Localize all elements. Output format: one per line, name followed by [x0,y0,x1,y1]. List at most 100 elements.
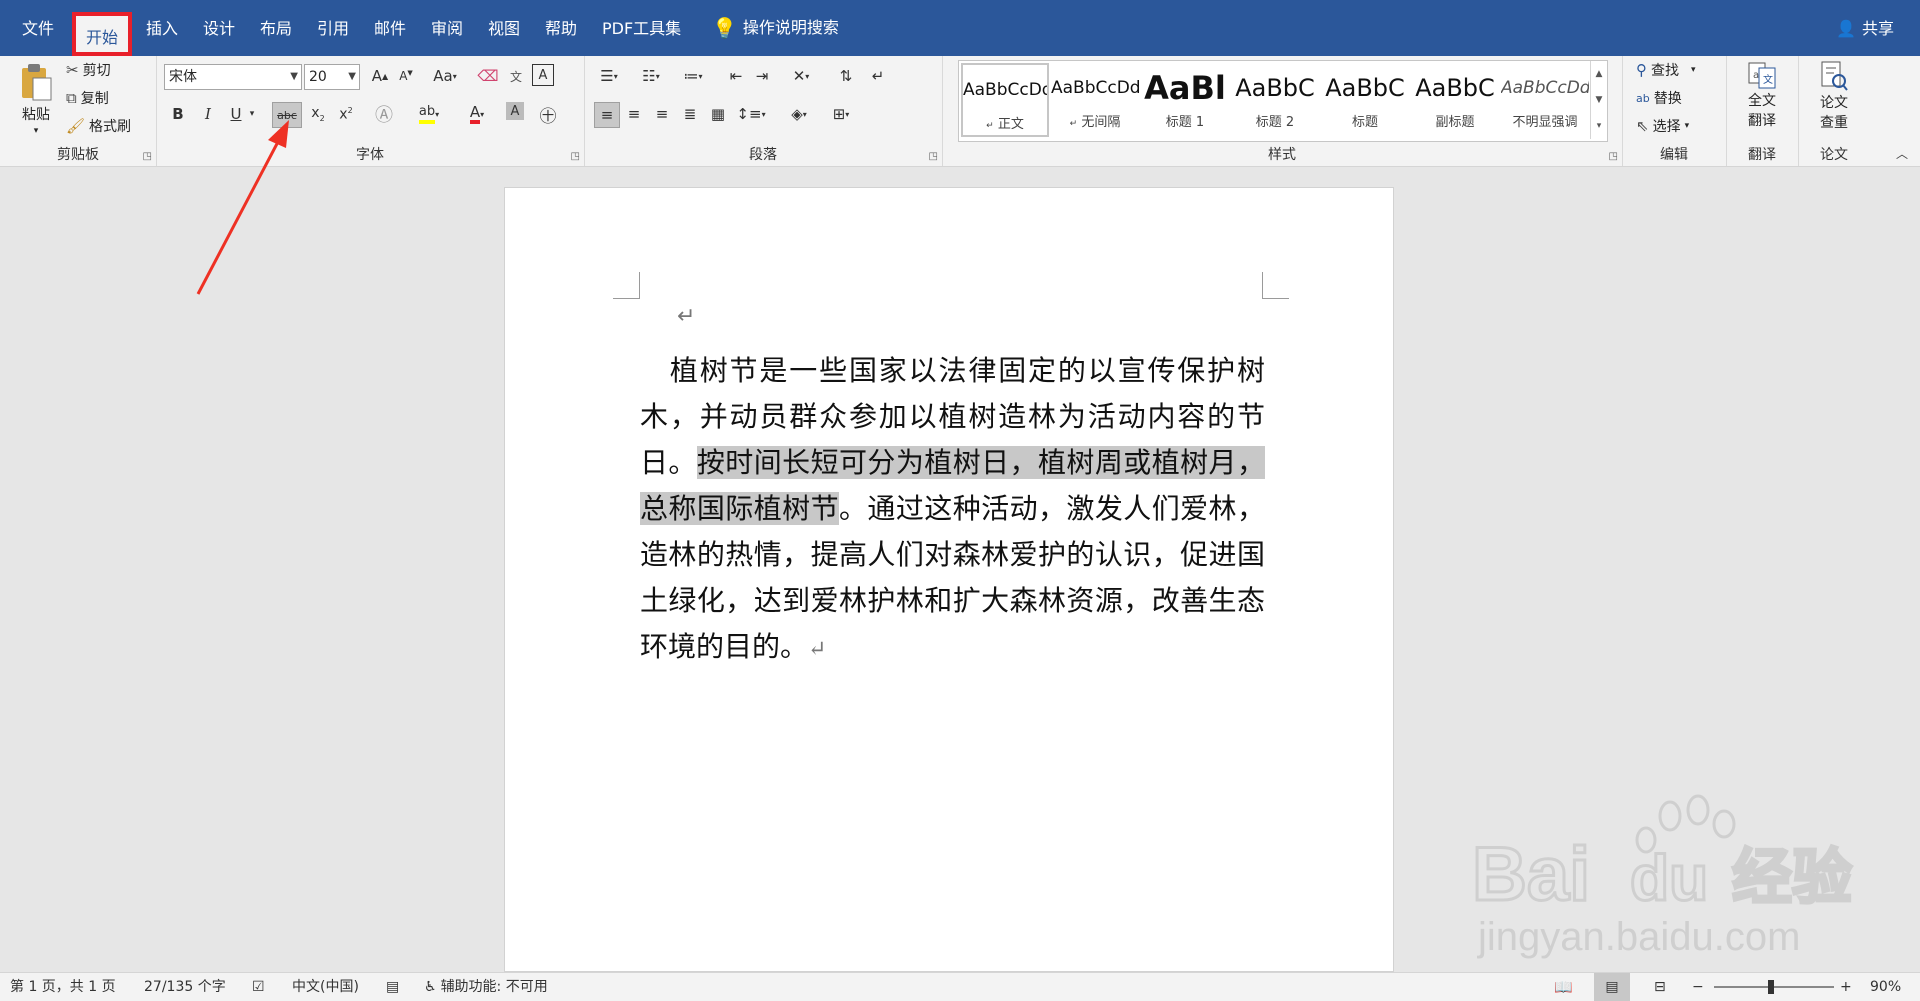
font-size-combo[interactable]: 20 ▼ [304,64,360,90]
accessibility-status[interactable]: ♿ 辅助功能: 不可用 [424,973,548,1001]
underline-button[interactable]: U [224,102,248,126]
page-count[interactable]: 第 1 页，共 1 页 [10,973,116,1001]
style-normal[interactable]: AaBbCcDd ↵ 正文 [961,63,1049,137]
char-shading-icon[interactable]: A [506,102,524,120]
tab-pdf-tools[interactable]: PDF工具集 [592,0,691,56]
strikethrough-button[interactable]: abc [272,102,302,128]
borders-icon[interactable]: ⊞ ▾ [824,102,858,126]
styles-scroll[interactable]: ▲ ▼ ▾ [1590,61,1607,139]
distributed-icon[interactable]: ▦ [706,102,730,126]
format-painter-button[interactable]: 🖌 格式刷 [66,116,131,136]
full-translate-button[interactable]: a文 全文 翻译 [1738,60,1786,130]
more-icon[interactable]: ▾ [1597,121,1602,131]
numbering-icon[interactable]: ☷ ▾ [634,64,668,88]
style-subtle-emphasis[interactable]: AaBbCcDd 不明显强调 [1501,63,1589,137]
replace-button[interactable]: ab 替换 [1636,88,1682,108]
paper-check-button[interactable]: 论文 查重 [1810,60,1858,132]
multilevel-list-icon[interactable]: ≔ ▾ [676,64,710,88]
sort-icon[interactable]: ⇅ [834,64,858,88]
select-button[interactable]: ⇖ 选择 ▾ [1636,116,1689,136]
style-heading-2[interactable]: AaBbC 标题 2 [1231,63,1319,137]
tab-file[interactable]: 文件 [12,0,64,56]
read-mode-icon[interactable]: 📖 [1554,973,1573,1001]
highlighter-icon: ab [418,104,436,124]
decrease-indent-icon[interactable]: ⇤ [724,64,748,88]
paragraph-group: ☰ ▾ ☷ ▾ ≔ ▾ ⇤ ⇥ ✕ ▾ ⇅ ↵ ≡ ≡ ≡ ≣ ▦ ↕≡ ▾ ◈ ▾ ⊞ ▾ … [584,56,943,166]
tell-me-search[interactable]: 💡 操作说明搜索 [702,0,849,56]
style-no-spacing[interactable]: AaBbCcDd ↵ 无间隔 [1051,63,1139,137]
subscript-button[interactable]: x2 [306,102,330,126]
proofing-icon[interactable]: ☑ [252,973,265,1001]
document-body-text[interactable]: 植树节是一些国家以法律固定的以宣传保护树木，并动员群众参加以植树造林为活动内容的… [640,348,1265,673]
line-spacing-icon[interactable]: ↕≡ ▾ [734,102,768,126]
pinyin-guide-icon[interactable]: 文 [504,64,528,88]
style-subtitle[interactable]: AaBbC 副标题 [1411,63,1499,137]
scissors-icon: ✂ [66,61,79,79]
superscript-button[interactable]: x2 [334,102,358,126]
chinese-layout-icon[interactable]: ✕ ▾ [784,64,818,88]
zoom-level[interactable]: 90% [1870,973,1901,1001]
align-center-icon[interactable]: ≡ [622,102,646,126]
shading-icon[interactable]: ◈ ▾ [782,102,816,126]
justify-icon[interactable]: ≣ [678,102,702,126]
zoom-out-button[interactable]: − [1692,973,1704,1001]
collapse-ribbon-icon[interactable]: ︿ [1896,145,1908,162]
print-layout-icon[interactable]: ▤ [1594,973,1630,1001]
align-right-icon[interactable]: ≡ [650,102,674,126]
change-case-button[interactable]: Aa ▾ [428,64,462,88]
tab-insert[interactable]: 插入 [136,0,188,56]
increase-indent-icon[interactable]: ⇥ [750,64,774,88]
dialog-launcher-icon[interactable]: ◳ [143,151,152,162]
watermark-url: jingyan.baidu.com [1477,915,1800,959]
tab-layout[interactable]: 布局 [250,0,302,56]
chevron-up-icon[interactable]: ▲ [1596,69,1603,79]
underline-dropdown-icon[interactable]: ▾ [246,102,258,126]
web-layout-icon[interactable]: ⊟ [1654,973,1666,1001]
grow-font-button[interactable]: A ▲ [368,64,392,88]
cut-button[interactable]: ✂ 剪切 [66,60,111,80]
ribbon-tab-bar: 文件 开始 插入 设计 布局 引用 邮件 审阅 视图 帮助 PDF工具集 💡 操… [0,0,1920,56]
document-page[interactable]: ↵ 植树节是一些国家以法律固定的以宣传保护树木，并动员群众参加以植树造林为活动内… [504,187,1394,972]
watermark-brand2: du [1630,842,1708,914]
dialog-launcher-icon[interactable]: ◳ [571,151,580,162]
style-title[interactable]: AaBbC 标题 [1321,63,1409,137]
paintbrush-icon: 🖌 [66,117,86,135]
font-group: 宋体 ▼ 20 ▼ A ▲ A▼ Aa ▾ ⌫ 文 A B I U ▾ abc x2 x… [156,56,585,166]
char-border-icon[interactable]: A [532,64,554,86]
font-color-button[interactable]: A ▾ [462,102,492,126]
tab-design[interactable]: 设计 [193,0,245,56]
dialog-launcher-icon[interactable]: ◳ [1609,151,1618,162]
tab-review[interactable]: 审阅 [421,0,473,56]
tab-help[interactable]: 帮助 [535,0,587,56]
bold-button[interactable]: B [166,102,190,126]
zoom-in-button[interactable]: + [1840,973,1852,1001]
show-marks-icon[interactable]: ↵ [866,64,890,88]
clear-formatting-icon[interactable]: ⌫ [476,64,500,88]
copy-button[interactable]: ⧉ 复制 [66,88,109,108]
find-button[interactable]: ⚲ 查找 ▾ [1636,60,1696,80]
align-left-icon[interactable]: ≡ [594,102,620,128]
tab-home[interactable]: 开始 [72,12,133,56]
margin-corner-mark [1262,272,1289,299]
language-indicator[interactable]: 中文(中国) [292,973,359,1001]
shrink-font-button[interactable]: A▼ [394,64,418,88]
dialog-launcher-icon[interactable]: ◳ [929,151,938,162]
text-effects-icon[interactable]: Ⓐ [372,102,396,126]
tab-references[interactable]: 引用 [307,0,359,56]
clipboard-group: 粘贴 ▾ ✂ 剪切 ⧉ 复制 🖌 格式刷 剪贴板 ◳ [0,56,157,166]
style-heading-1[interactable]: AaBl 标题 1 [1141,63,1229,137]
italic-button[interactable]: I [196,102,220,126]
zoom-slider-thumb[interactable] [1768,980,1774,994]
paste-button[interactable]: 粘贴 ▾ [16,62,56,136]
zoom-slider[interactable] [1714,986,1834,988]
tab-view[interactable]: 视图 [478,0,530,56]
word-count[interactable]: 27/135 个字 [144,973,226,1001]
highlight-color-button[interactable]: ab ▾ [414,102,444,126]
enclose-char-icon[interactable]: ㊉ [536,102,560,127]
macro-icon[interactable]: ▤ [386,973,399,1001]
chevron-down-icon[interactable]: ▼ [1596,95,1603,105]
tab-mailings[interactable]: 邮件 [364,0,416,56]
font-name-combo[interactable]: 宋体 ▼ [164,64,302,90]
share-button[interactable]: 👤 共享 [1836,0,1894,58]
bullets-icon[interactable]: ☰ ▾ [592,64,626,88]
